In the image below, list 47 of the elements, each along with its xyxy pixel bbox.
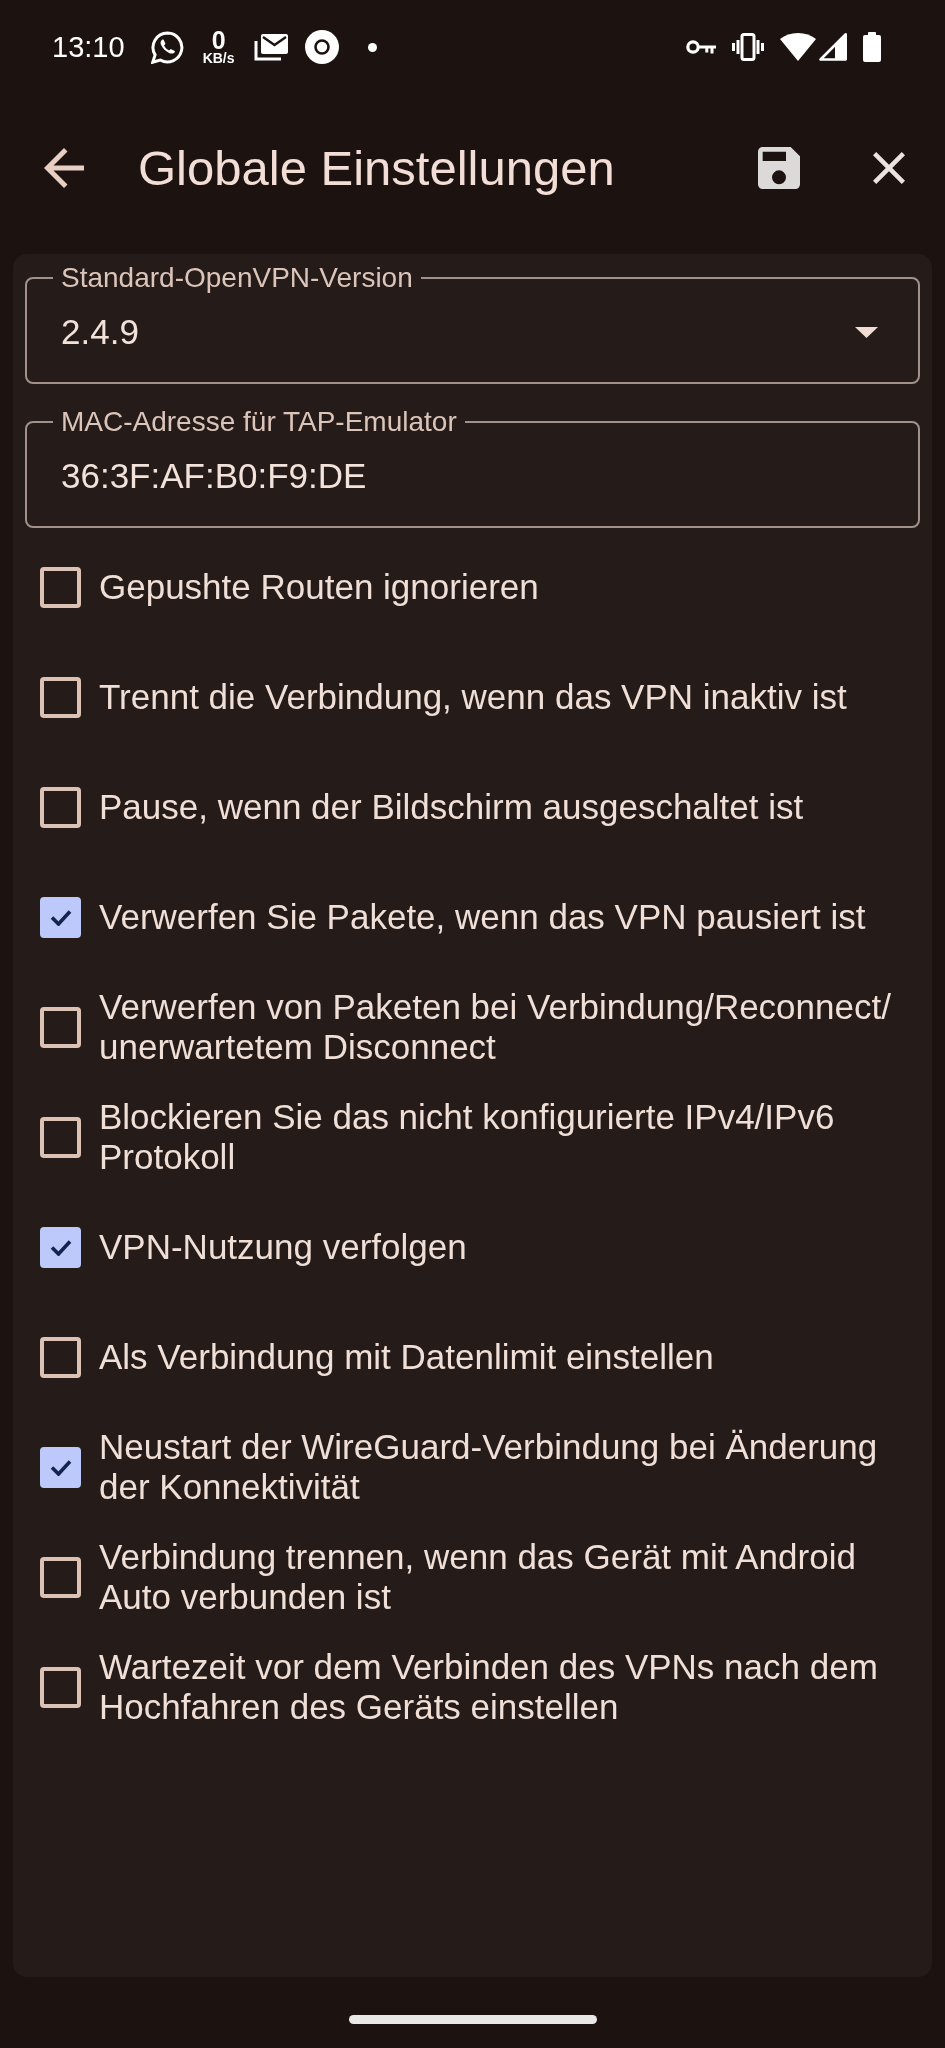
checkmark-icon (49, 908, 72, 926)
dropdown-field[interactable]: Standard-OpenVPN-Version 2.4.9 (25, 264, 920, 384)
dot-icon (367, 42, 377, 52)
checkbox[interactable] (40, 676, 81, 718)
network-speed-unit: KB/s (202, 50, 235, 66)
checkbox-label[interactable]: Als Verbindung mit Datenlimit einstellen (99, 1337, 714, 1377)
screen-title: Globale Einstellungen (138, 140, 616, 197)
checkbox-label[interactable]: Verbindung trennen, wenn das Gerät mit Android Auto verbunden ist (99, 1537, 928, 1617)
checkbox[interactable] (40, 786, 81, 828)
checkbox[interactable] (40, 1116, 81, 1158)
checkbox-label[interactable]: Verwerfen Sie Pakete, wenn das VPN pausiert ist (99, 897, 866, 937)
chat-bubble-icon (150, 30, 184, 64)
checkbox[interactable] (40, 1666, 81, 1708)
checkbox-label[interactable]: Neustart der WireGuard-Verbindung bei Änderung der Konnektivität (99, 1427, 928, 1507)
battery-icon (863, 32, 881, 62)
checkmark-icon (49, 1238, 72, 1256)
vibrate-icon (732, 33, 764, 61)
field-value: 2.4.9 (61, 312, 140, 352)
checkbox-label[interactable]: Blockieren Sie das nicht konfigurierte IPv4/IPv6 Protokoll (99, 1097, 928, 1177)
dropdown-caret-icon (855, 326, 878, 338)
checkbox-label[interactable]: VPN-Nutzung verfolgen (99, 1227, 467, 1267)
checkbox[interactable] (40, 1226, 81, 1268)
checkbox-label[interactable]: Verwerfen von Paketen bei Verbindung/Reconnect/ unerwartetem Disconnect (99, 987, 928, 1067)
signal-icon (819, 33, 847, 61)
close-icon (873, 152, 905, 184)
checkbox[interactable] (40, 1336, 81, 1378)
checkbox[interactable] (40, 1446, 81, 1488)
text-field[interactable]: MAC-Adresse für TAP-Emulator 36:3F:AF:B0:F9:DE (25, 408, 920, 528)
field-value: 36:3F:AF:B0:F9:DE (61, 456, 368, 496)
checkbox[interactable] (40, 566, 81, 608)
envelope-icon (253, 33, 288, 61)
status-time: 13:10 (52, 30, 125, 64)
ring-icon (304, 30, 339, 64)
field-label: Standard-OpenVPN-Version (60, 264, 414, 292)
network-speed-value: 0 (211, 28, 226, 51)
checkbox-label[interactable]: Pause, wenn der Bildschirm ausgeschaltet ist (99, 787, 804, 827)
checkbox-label[interactable]: Trennt die Verbindung, wenn das VPN inaktiv ist (99, 677, 847, 717)
field-label: MAC-Adresse für TAP-Emulator (60, 408, 458, 436)
checkbox-label[interactable]: Gepushte Routen ignorieren (99, 567, 539, 607)
checkbox-label[interactable]: Wartezeit vor dem Verbinden des VPNs nach dem Hochfahren des Geräts einstellen (99, 1647, 928, 1727)
checkbox[interactable] (40, 1006, 81, 1048)
checkbox[interactable] (40, 1556, 81, 1598)
key-icon (686, 39, 716, 55)
checkmark-icon (49, 1458, 72, 1476)
checkbox[interactable] (40, 896, 81, 938)
back-arrow-icon (44, 148, 84, 188)
wifi-icon (780, 33, 816, 61)
